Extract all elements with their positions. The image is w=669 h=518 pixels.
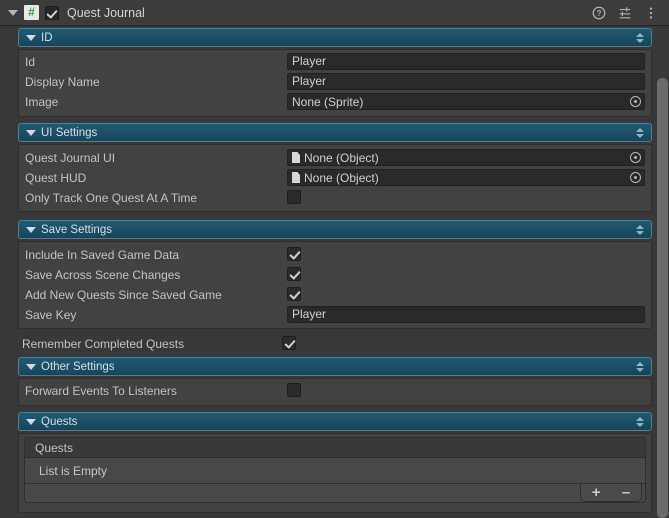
field-label: Quest Journal UI bbox=[25, 151, 116, 165]
quests-list-header: Quests bbox=[24, 437, 646, 457]
quests-list-empty-row: List is Empty bbox=[24, 457, 646, 484]
section-header-ui-settings[interactable]: UI Settings bbox=[18, 123, 652, 142]
include-in-saved-game-data-checkbox[interactable] bbox=[287, 247, 301, 261]
field-row-quest-hud: Quest HUD bbox=[25, 169, 86, 187]
field-label: Only Track One Quest At A Time bbox=[25, 191, 198, 205]
field-row-forward-events-to-listeners: Forward Events To Listeners bbox=[25, 382, 177, 400]
kebab-menu-icon[interactable] bbox=[644, 6, 658, 20]
display-name-input[interactable]: Player bbox=[287, 73, 645, 90]
quests-list-empty-label: List is Empty bbox=[39, 463, 108, 478]
header-icon-group: ? bbox=[592, 6, 658, 20]
remove-quest-button[interactable]: – bbox=[622, 485, 630, 500]
document-icon bbox=[292, 172, 300, 183]
object-picker-icon[interactable] bbox=[628, 170, 643, 185]
field-row-display-name: Display Name bbox=[25, 73, 100, 91]
forward-events-to-listeners-checkbox[interactable] bbox=[287, 383, 301, 397]
add-new-quests-since-saved-game-checkbox[interactable] bbox=[287, 287, 301, 301]
object-picker-icon[interactable] bbox=[628, 94, 643, 109]
triangle-down-icon bbox=[26, 363, 36, 370]
field-row-save-across-scene-changes: Save Across Scene Changes bbox=[25, 266, 180, 284]
sort-arrows-icon[interactable] bbox=[636, 127, 644, 138]
panel-left-margin bbox=[0, 26, 14, 518]
object-picker-icon[interactable] bbox=[628, 150, 643, 165]
field-row-remember-completed-quests: Remember Completed Quests bbox=[22, 335, 184, 353]
object-field-value: None (Object) bbox=[304, 150, 379, 165]
triangle-down-icon bbox=[26, 129, 36, 136]
section-header-quests[interactable]: Quests bbox=[18, 412, 652, 431]
section-title: Other Settings bbox=[41, 360, 115, 373]
sort-arrows-icon[interactable] bbox=[636, 416, 644, 427]
field-row-image: Image bbox=[25, 93, 58, 111]
quests-list-header-label: Quests bbox=[35, 440, 74, 455]
field-label: Include In Saved Game Data bbox=[25, 248, 180, 262]
section-header-other-settings[interactable]: Other Settings bbox=[18, 357, 652, 376]
field-row-only-track-one-quest: Only Track One Quest At A Time bbox=[25, 189, 197, 207]
script-icon bbox=[24, 5, 39, 20]
preset-icon[interactable] bbox=[618, 6, 632, 20]
section-title: Save Settings bbox=[41, 223, 112, 236]
document-icon bbox=[292, 152, 300, 163]
quests-list-footer bbox=[24, 484, 646, 503]
save-key-input[interactable]: Player bbox=[287, 306, 645, 323]
sort-arrows-icon[interactable] bbox=[636, 224, 644, 235]
component-foldout-icon[interactable] bbox=[8, 9, 18, 16]
object-field-value: None (Object) bbox=[304, 170, 379, 185]
only-track-one-quest-checkbox[interactable] bbox=[287, 190, 301, 204]
section-header-id[interactable]: ID bbox=[18, 28, 652, 47]
vertical-scrollbar-thumb[interactable] bbox=[657, 78, 668, 518]
section-title: Quests bbox=[41, 415, 78, 428]
field-row-quest-journal-ui: Quest Journal UI bbox=[25, 149, 115, 167]
field-row-add-new-quests-since-saved-game: Add New Quests Since Saved Game bbox=[25, 286, 222, 304]
field-label: Display Name bbox=[25, 75, 100, 89]
component-header[interactable]: Quest Journal ? bbox=[0, 0, 669, 26]
triangle-down-icon bbox=[26, 226, 36, 233]
section-title: UI Settings bbox=[41, 126, 98, 139]
remember-completed-quests-checkbox[interactable] bbox=[282, 336, 296, 350]
quests-list-footer-buttons: + – bbox=[580, 484, 642, 502]
field-row-id: Id bbox=[25, 53, 35, 71]
triangle-down-icon bbox=[26, 418, 36, 425]
field-row-save-key: Save Key bbox=[25, 306, 76, 324]
field-label: Id bbox=[25, 55, 36, 69]
vertical-scrollbar-track[interactable] bbox=[656, 26, 669, 518]
section-title: ID bbox=[41, 31, 53, 44]
help-icon[interactable]: ? bbox=[592, 6, 606, 20]
field-label: Forward Events To Listeners bbox=[25, 384, 177, 398]
sort-arrows-icon[interactable] bbox=[636, 32, 644, 43]
field-label: Save Across Scene Changes bbox=[25, 268, 181, 282]
object-field-value: None (Sprite) bbox=[292, 94, 364, 109]
save-across-scene-changes-checkbox[interactable] bbox=[287, 267, 301, 281]
component-enabled-checkbox[interactable] bbox=[45, 5, 59, 20]
field-row-include-in-saved-game-data: Include In Saved Game Data bbox=[25, 246, 179, 264]
add-quest-button[interactable]: + bbox=[592, 485, 601, 500]
field-label: Image bbox=[25, 95, 59, 109]
field-label: Add New Quests Since Saved Game bbox=[25, 288, 222, 302]
field-label: Save Key bbox=[25, 308, 77, 322]
quest-journal-ui-object-field[interactable]: None (Object) bbox=[287, 149, 645, 166]
svg-text:?: ? bbox=[597, 9, 602, 18]
image-object-field[interactable]: None (Sprite) bbox=[287, 93, 645, 110]
triangle-down-icon bbox=[26, 34, 36, 41]
inspector-panel: Quest Journal ? ID bbox=[0, 0, 669, 518]
section-header-save-settings[interactable]: Save Settings bbox=[18, 220, 652, 239]
id-input[interactable]: Player bbox=[287, 53, 645, 70]
field-label: Remember Completed Quests bbox=[22, 337, 185, 351]
page-title: Quest Journal bbox=[67, 5, 145, 20]
quest-hud-object-field[interactable]: None (Object) bbox=[287, 169, 645, 186]
sort-arrows-icon[interactable] bbox=[636, 361, 644, 372]
field-label: Quest HUD bbox=[25, 171, 87, 185]
